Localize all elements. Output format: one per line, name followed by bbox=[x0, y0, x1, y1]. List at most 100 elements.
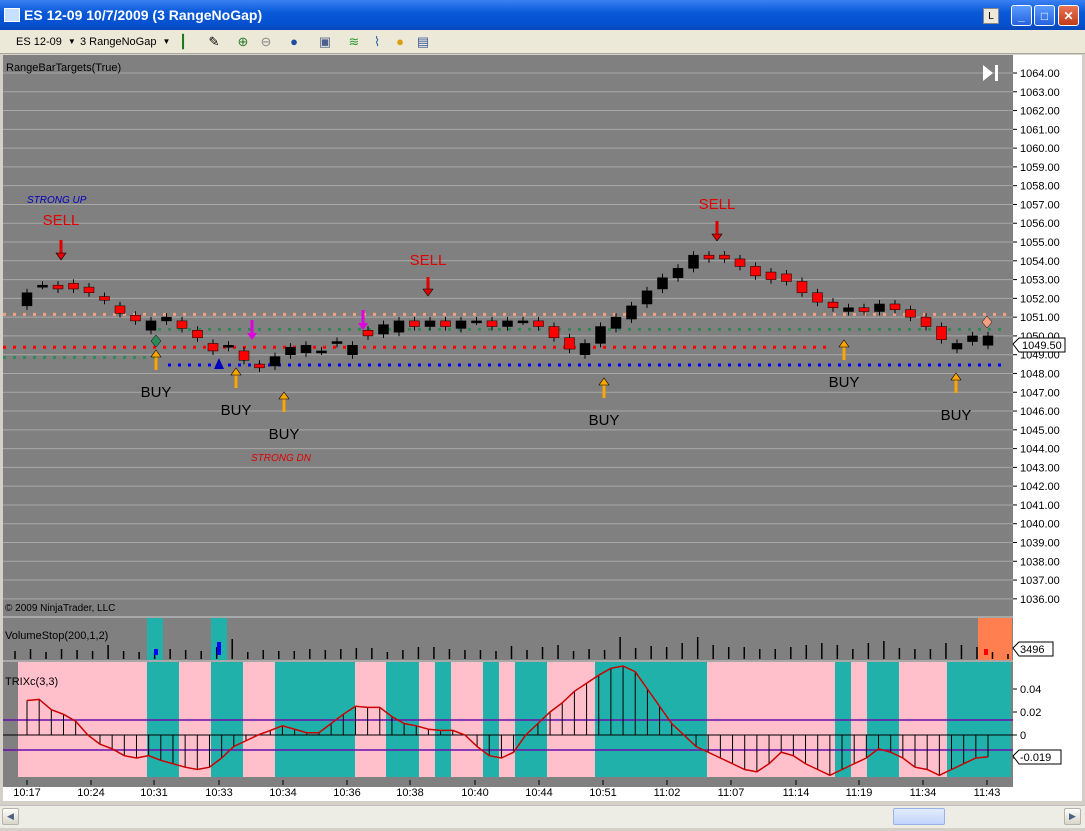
sell-signal-label: SELL bbox=[43, 212, 80, 229]
strategy-icon[interactable]: ≋ bbox=[346, 34, 362, 50]
candle bbox=[331, 341, 343, 344]
price-axis-label: 1056.00 bbox=[1020, 218, 1060, 230]
candle bbox=[114, 305, 126, 314]
price-axis-label: 1053.00 bbox=[1020, 275, 1060, 287]
maximize-button[interactable]: □ bbox=[1034, 5, 1055, 26]
buy-signal-label: BUY bbox=[941, 407, 972, 424]
candle bbox=[626, 305, 637, 320]
price-axis-label: 1060.00 bbox=[1020, 143, 1060, 155]
candle bbox=[238, 350, 250, 361]
chart-trader-icon[interactable]: ▤ bbox=[415, 34, 431, 50]
trix-value-tag: -0.019 bbox=[1012, 749, 1062, 765]
scroll-right-button[interactable]: ▶ bbox=[1064, 808, 1081, 825]
candle bbox=[223, 345, 234, 348]
candle bbox=[750, 266, 761, 277]
time-axis-label: 11:02 bbox=[654, 787, 681, 799]
time-axis-label: 10:40 bbox=[461, 787, 489, 799]
price-axis-label: 1061.00 bbox=[1020, 124, 1060, 136]
time-axis-label: 11:43 bbox=[974, 787, 1001, 799]
chart-area[interactable]: 1064.00 1063.00 1062.00 1061.00 1060.00 1059.… bbox=[3, 55, 1082, 801]
time-axis-label: 11:14 bbox=[783, 787, 810, 799]
price-axis-label: 1043.00 bbox=[1020, 462, 1060, 474]
time-axis-label: 11:07 bbox=[718, 787, 745, 799]
svg-text:3496: 3496 bbox=[1020, 644, 1044, 656]
price-axis-label: 1048.00 bbox=[1020, 368, 1060, 380]
candle bbox=[130, 315, 141, 322]
properties-icon[interactable]: ▣ bbox=[317, 34, 333, 50]
price-chart[interactable]: 1064.00 1063.00 1062.00 1061.00 1060.00 1059.… bbox=[3, 55, 1082, 801]
sell-signal-label: SELL bbox=[410, 252, 447, 269]
candle bbox=[920, 316, 932, 327]
time-axis-label: 11:34 bbox=[910, 787, 937, 799]
candle bbox=[285, 346, 296, 355]
globe-icon[interactable]: ● bbox=[286, 34, 302, 50]
candle bbox=[269, 356, 281, 367]
candlestick-style-icon[interactable]: ┃ bbox=[175, 34, 191, 50]
price-axis-label: 1058.00 bbox=[1020, 181, 1060, 193]
candle bbox=[843, 307, 854, 312]
minimize-button[interactable]: _ bbox=[1011, 5, 1032, 26]
volume-panel-label: VolumeStop(200,1,2) bbox=[5, 630, 108, 642]
candle bbox=[905, 309, 916, 318]
candle bbox=[424, 320, 436, 327]
volume-value-tag: 3496 bbox=[1012, 641, 1054, 657]
candle bbox=[672, 268, 684, 278]
price-axis-label: 1063.00 bbox=[1020, 87, 1060, 99]
candle bbox=[37, 284, 48, 288]
price-axis-label: 1042.00 bbox=[1020, 481, 1060, 493]
price-axis-label: 1064.00 bbox=[1020, 68, 1060, 80]
candle bbox=[440, 320, 451, 327]
price-axis-label: 1052.00 bbox=[1020, 293, 1060, 305]
zoom-in-icon[interactable]: ⊕ bbox=[235, 34, 251, 50]
price-axis-label: 1039.00 bbox=[1020, 538, 1060, 550]
candle bbox=[936, 326, 947, 340]
candle bbox=[21, 292, 33, 307]
trix-axis-label: 0 bbox=[1020, 730, 1026, 742]
candle bbox=[579, 343, 591, 355]
zoom-out-icon[interactable]: ⊖ bbox=[258, 34, 274, 50]
time-axis-label: 10:17 bbox=[13, 787, 41, 799]
time-axis-label: 10:31 bbox=[140, 787, 168, 799]
candle bbox=[207, 343, 219, 352]
candle bbox=[657, 277, 668, 290]
candle bbox=[548, 326, 560, 339]
candle bbox=[176, 320, 188, 329]
candle bbox=[254, 363, 265, 369]
lock-button[interactable]: L bbox=[983, 8, 999, 24]
candle bbox=[486, 320, 498, 327]
buy-signal-label: BUY bbox=[221, 402, 252, 419]
scroll-thumb[interactable] bbox=[893, 808, 945, 825]
price-axis-label: 1037.00 bbox=[1020, 575, 1060, 587]
time-axis-label: 10:33 bbox=[205, 787, 233, 799]
candle bbox=[517, 320, 529, 324]
candle bbox=[347, 345, 358, 355]
candle bbox=[455, 320, 467, 329]
strong-dn-label: STRONG DN bbox=[251, 453, 312, 464]
svg-text:1049.50: 1049.50 bbox=[1022, 340, 1062, 352]
close-button[interactable]: ✕ bbox=[1058, 5, 1079, 26]
instrument-selector[interactable]: ES 12-09 ▼ bbox=[16, 34, 76, 49]
time-axis-label: 10:36 bbox=[333, 787, 361, 799]
buy-signal-label: BUY bbox=[829, 374, 860, 391]
data-box-icon[interactable]: ● bbox=[392, 34, 408, 50]
candle bbox=[362, 330, 374, 337]
price-axis-label: 1038.00 bbox=[1020, 556, 1060, 568]
candle bbox=[145, 320, 157, 331]
candle bbox=[300, 345, 312, 354]
indicator-icon[interactable]: ⌇ bbox=[369, 34, 385, 50]
price-axis-label: 1055.00 bbox=[1020, 237, 1060, 249]
period-selector[interactable]: 3 RangeNoGap ▼ bbox=[80, 34, 170, 49]
time-axis-label: 11:19 bbox=[846, 787, 873, 799]
candle bbox=[595, 326, 606, 344]
candle bbox=[858, 307, 870, 312]
horizontal-scrollbar[interactable]: ◀ ▶ bbox=[0, 805, 1085, 828]
candle bbox=[68, 283, 79, 290]
scroll-left-button[interactable]: ◀ bbox=[2, 808, 19, 825]
candle bbox=[641, 290, 653, 305]
drawing-tool-icon[interactable]: ✎ bbox=[206, 34, 222, 50]
candle bbox=[393, 320, 405, 333]
time-axis-label: 10:38 bbox=[396, 787, 424, 799]
price-axis-label: 1057.00 bbox=[1020, 199, 1060, 211]
buy-signal-label: BUY bbox=[269, 426, 300, 443]
price-axis-label: 1045.00 bbox=[1020, 425, 1060, 437]
